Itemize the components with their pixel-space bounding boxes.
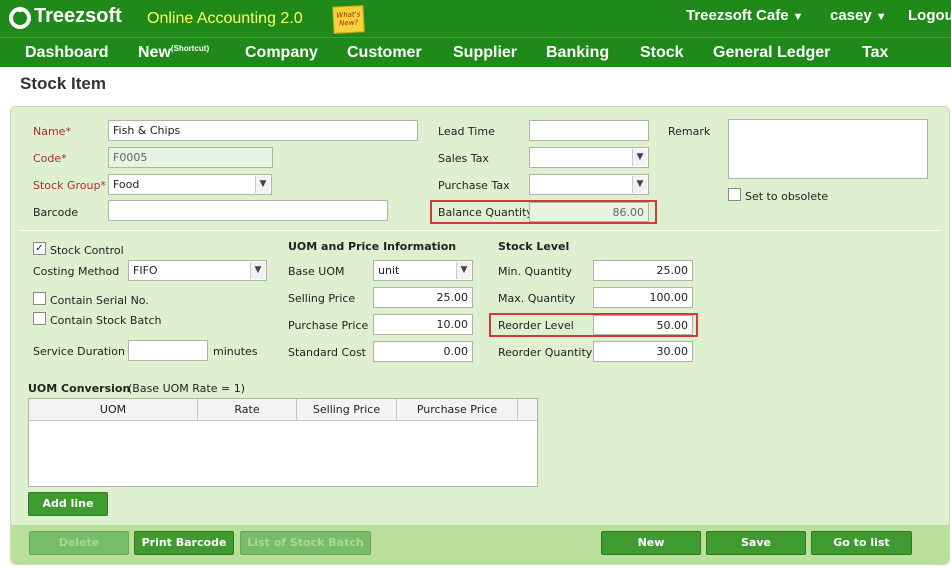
name-input[interactable]: Fish & Chips	[108, 120, 418, 141]
user-name: casey	[830, 7, 872, 24]
purchase-tax-select[interactable]: ▼	[529, 174, 649, 195]
remark-textarea[interactable]	[728, 119, 928, 179]
max-qty-label: Max. Quantity	[498, 292, 576, 305]
service-duration-label: Service Duration	[33, 345, 125, 358]
go-to-list-button[interactable]: Go to list	[811, 531, 912, 555]
minutes-label: minutes	[213, 345, 258, 358]
nav-new-shortcut: (Shortcut)	[170, 44, 210, 53]
batch-label: Contain Stock Batch	[50, 314, 162, 327]
purchase-tax-label: Purchase Tax	[438, 179, 510, 192]
tagline: Online Accounting 2.0	[147, 10, 303, 27]
logo-icon[interactable]	[5, 5, 35, 31]
stock-group-value: Food	[113, 178, 140, 191]
balance-quantity-value: 86.00	[529, 202, 649, 222]
page-title: Stock Item	[20, 74, 106, 93]
uom-price-heading: UOM and Price Information	[288, 240, 457, 253]
new-button[interactable]: New	[601, 531, 701, 555]
base-uom-label: Base UOM	[288, 265, 345, 278]
lead-time-label: Lead Time	[438, 125, 495, 138]
selling-price-label: Selling Price	[288, 292, 356, 305]
min-qty-label: Min. Quantity	[498, 265, 573, 278]
code-label: Code*	[33, 152, 67, 165]
top-bar	[0, 0, 951, 37]
service-duration-input[interactable]	[128, 340, 208, 361]
stock-level-heading: Stock Level	[498, 240, 570, 253]
stock-group-select[interactable]: Food ▼	[108, 174, 272, 195]
logout-link[interactable]: Logou	[908, 7, 951, 24]
nav-tax[interactable]: Tax	[862, 44, 888, 62]
costing-method-select[interactable]: FIFO ▼	[128, 260, 267, 281]
purchase-price-input[interactable]: 10.00	[373, 314, 473, 335]
chevron-down-icon: ▼	[456, 262, 471, 279]
nav-stock[interactable]: Stock	[640, 44, 684, 62]
base-uom-select[interactable]: unit ▼	[373, 260, 473, 281]
print-barcode-button[interactable]: Print Barcode	[134, 531, 234, 555]
barcode-input[interactable]	[108, 200, 388, 221]
base-uom-value: unit	[378, 264, 400, 277]
column-header-purchase-price: Purchase Price	[416, 403, 498, 416]
reorder-level-label: Reorder Level	[498, 319, 574, 332]
save-button[interactable]: Save	[706, 531, 806, 555]
nav-new[interactable]: New(Shortcut)	[138, 44, 209, 62]
stock-control-label: Stock Control	[50, 244, 124, 257]
balance-quantity-label: Balance Quantity	[438, 206, 533, 219]
chevron-down-icon: ▼	[875, 11, 887, 23]
company-name: Treezsoft Cafe	[686, 7, 789, 24]
standard-cost-label: Standard Cost	[288, 346, 366, 359]
nav-banking[interactable]: Banking	[546, 44, 609, 62]
obsolete-label: Set to obsolete	[745, 190, 829, 203]
serial-checkbox[interactable]	[33, 292, 46, 305]
reorder-qty-label: Reorder Quantity	[498, 346, 593, 359]
lead-time-input[interactable]	[529, 120, 649, 141]
column-header-uom: UOM	[99, 403, 127, 416]
selling-price-input[interactable]: 25.00	[373, 287, 473, 308]
sales-tax-label: Sales Tax	[438, 152, 489, 165]
user-menu[interactable]: casey ▼	[830, 7, 887, 24]
code-input[interactable]: F0005	[108, 147, 273, 168]
whats-new-badge[interactable]: What's New?	[332, 5, 365, 34]
column-divider	[517, 399, 518, 421]
nav-general-ledger[interactable]: General Ledger	[713, 44, 830, 62]
delete-button[interactable]: Delete	[29, 531, 129, 555]
chevron-down-icon: ▼	[632, 176, 647, 193]
nav-supplier[interactable]: Supplier	[453, 44, 517, 62]
nav-company[interactable]: Company	[245, 44, 318, 62]
batch-checkbox[interactable]	[33, 312, 46, 325]
costing-method-label: Costing Method	[33, 265, 120, 278]
company-menu[interactable]: Treezsoft Cafe ▼	[686, 7, 803, 24]
list-stock-batch-button[interactable]: List of Stock Batch	[240, 531, 371, 555]
logo-text[interactable]: Treezsoft	[34, 5, 122, 28]
nav-dashboard[interactable]: Dashboard	[25, 44, 109, 62]
chevron-down-icon: ▼	[792, 11, 804, 23]
column-header-rate: Rate	[234, 403, 260, 416]
chevron-down-icon: ▼	[632, 149, 647, 166]
stock-group-label: Stock Group*	[33, 179, 106, 192]
chevron-down-icon: ▼	[255, 176, 270, 193]
serial-label: Contain Serial No.	[50, 294, 149, 307]
column-header-selling-price: Selling Price	[312, 403, 381, 416]
nav-new-label: New	[138, 44, 171, 61]
reorder-level-input[interactable]: 50.00	[593, 315, 693, 335]
chevron-down-icon: ▼	[250, 262, 265, 279]
costing-method-value: FIFO	[133, 264, 158, 277]
purchase-price-label: Purchase Price	[288, 319, 369, 332]
reorder-qty-input[interactable]: 30.00	[593, 341, 693, 362]
name-label: Name*	[33, 125, 71, 138]
standard-cost-input[interactable]: 0.00	[373, 341, 473, 362]
uom-conversion-heading: UOM Conversion	[28, 382, 131, 395]
stock-control-checkbox[interactable]: ✓	[33, 242, 46, 255]
max-qty-input[interactable]: 100.00	[593, 287, 693, 308]
sales-tax-select[interactable]: ▼	[529, 147, 649, 168]
uom-conversion-note: (Base UOM Rate = 1)	[128, 382, 245, 395]
min-qty-input[interactable]: 25.00	[593, 260, 693, 281]
remark-label: Remark	[668, 125, 711, 138]
obsolete-checkbox[interactable]	[728, 188, 741, 201]
section-divider	[20, 230, 940, 231]
barcode-label: Barcode	[33, 206, 79, 219]
add-line-button[interactable]: Add line	[28, 492, 108, 516]
nav-customer[interactable]: Customer	[347, 44, 422, 62]
